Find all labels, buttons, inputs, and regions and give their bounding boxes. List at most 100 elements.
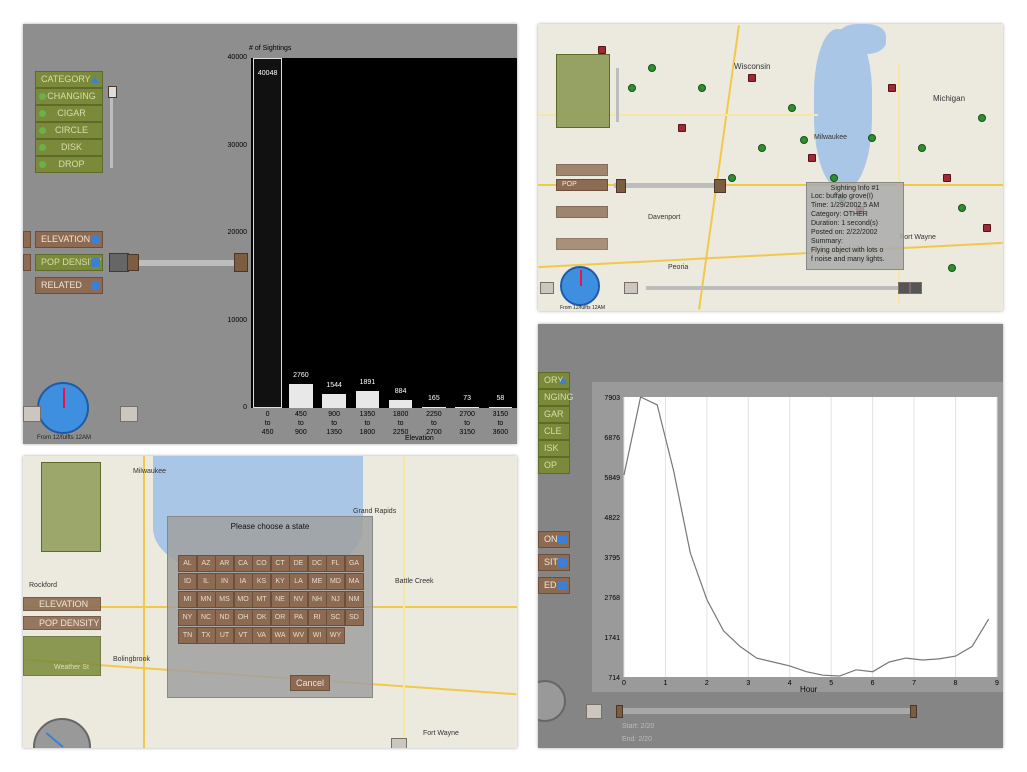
state-button-nh[interactable]: NH — [307, 591, 327, 608]
state-button-ga[interactable]: GA — [344, 555, 364, 572]
state-button-tn[interactable]: TN — [178, 627, 197, 644]
state-button-ut[interactable]: UT — [215, 627, 234, 644]
sighting-marker[interactable] — [698, 84, 706, 92]
state-button-ia[interactable]: IA — [233, 573, 253, 590]
category-scroll-thumb[interactable] — [108, 86, 117, 98]
density-slider-handle-left[interactable] — [616, 179, 626, 193]
sighting-marker[interactable] — [888, 84, 896, 92]
sighting-marker[interactable] — [948, 264, 956, 272]
image-icon[interactable] — [586, 704, 602, 719]
time-dial[interactable] — [560, 266, 600, 306]
sighting-marker[interactable] — [918, 144, 926, 152]
state-button-ct[interactable]: CT — [270, 555, 290, 572]
state-button-ri[interactable]: RI — [307, 609, 327, 626]
state-button-dc[interactable]: DC — [307, 555, 327, 572]
time-dial[interactable] — [33, 718, 91, 748]
pop-density-button[interactable]: POP DENSITY — [23, 616, 101, 630]
sighting-marker[interactable] — [598, 46, 606, 54]
left-edge-tab-2[interactable] — [23, 254, 31, 271]
shape-button-3[interactable]: DISK — [35, 139, 103, 156]
state-button-mo[interactable]: MO — [233, 591, 253, 608]
state-button-mi[interactable]: MI — [178, 591, 197, 608]
state-button-vt[interactable]: VT — [233, 627, 253, 644]
state-button-wy[interactable]: WY — [326, 627, 345, 644]
shape-button-2[interactable]: CIRCLE — [35, 122, 103, 139]
sighting-marker[interactable] — [758, 144, 766, 152]
state-button-or[interactable]: OR — [270, 609, 290, 626]
state-button-sd[interactable]: SD — [344, 609, 364, 626]
related-button[interactable]: RELATED — [35, 277, 103, 294]
state-button-ny[interactable]: NY — [178, 609, 197, 626]
sighting-marker[interactable] — [628, 84, 636, 92]
state-button-az[interactable]: AZ — [196, 555, 216, 572]
filter-button[interactable] — [556, 238, 608, 250]
shape-button-0[interactable]: CHANGING — [35, 88, 103, 105]
time-range-handle-right[interactable] — [910, 705, 917, 718]
state-button-ne[interactable]: NE — [270, 591, 290, 608]
state-button-co[interactable]: CO — [252, 555, 271, 572]
shape-button-4[interactable]: DROP — [35, 156, 103, 173]
record-icon[interactable] — [910, 282, 922, 294]
density-slider-handle-mid[interactable] — [127, 254, 139, 271]
state-button-nv[interactable]: NV — [289, 591, 308, 608]
sighting-marker[interactable] — [788, 104, 796, 112]
density-slider-handle-left[interactable] — [109, 253, 129, 272]
category-button[interactable]: CATEGORY — [35, 71, 103, 88]
play-icon[interactable] — [898, 282, 910, 294]
time-range-handle-left[interactable] — [616, 705, 623, 718]
sighting-marker[interactable] — [648, 64, 656, 72]
image-icon[interactable] — [391, 738, 407, 748]
state-button-id[interactable]: ID — [178, 573, 197, 590]
state-button-mn[interactable]: MN — [196, 591, 216, 608]
category-scroll-track[interactable] — [616, 68, 619, 122]
sighting-marker[interactable] — [748, 74, 756, 82]
state-button-wv[interactable]: WV — [289, 627, 308, 644]
time-range-track[interactable] — [646, 286, 916, 290]
density-slider-track[interactable] — [614, 183, 722, 188]
sighting-marker[interactable] — [983, 224, 991, 232]
state-button-oh[interactable]: OH — [233, 609, 253, 626]
state-button-va[interactable]: VA — [252, 627, 271, 644]
state-button-ky[interactable]: KY — [270, 573, 290, 590]
state-button-wi[interactable]: WI — [307, 627, 327, 644]
state-button-de[interactable]: DE — [289, 555, 308, 572]
state-button-in[interactable]: IN — [215, 573, 234, 590]
state-button-ca[interactable]: CA — [233, 555, 253, 572]
state-button-ms[interactable]: MS — [215, 591, 234, 608]
state-button-nd[interactable]: ND — [215, 609, 234, 626]
weather-filter-group[interactable]: Weather St — [23, 636, 101, 676]
sighting-marker[interactable] — [868, 134, 876, 142]
state-button-fl[interactable]: FL — [326, 555, 345, 572]
state-button-mt[interactable]: MT — [252, 591, 271, 608]
sighting-marker[interactable] — [978, 114, 986, 122]
image-icon[interactable] — [624, 282, 638, 294]
cancel-button[interactable]: Cancel — [290, 675, 330, 691]
left-edge-tab[interactable] — [23, 231, 31, 248]
sighting-marker[interactable] — [800, 136, 808, 144]
state-button-nm[interactable]: NM — [344, 591, 364, 608]
elevation-button[interactable] — [556, 164, 608, 176]
image-icon[interactable] — [23, 406, 41, 422]
state-button-wa[interactable]: WA — [270, 627, 290, 644]
image-icon[interactable] — [540, 282, 554, 294]
sighting-marker[interactable] — [728, 174, 736, 182]
density-slider-handle-right[interactable] — [234, 253, 248, 272]
state-button-ks[interactable]: KS — [252, 573, 271, 590]
state-button-nj[interactable]: NJ — [326, 591, 345, 608]
elevation-button[interactable]: ELEVATION — [23, 597, 101, 611]
state-button-ok[interactable]: OK — [252, 609, 271, 626]
state-button-ar[interactable]: AR — [215, 555, 234, 572]
state-button-sc[interactable]: SC — [326, 609, 345, 626]
state-button-al[interactable]: AL — [178, 555, 197, 572]
sighting-info-popup[interactable]: Sighting Info #1 Loc: buffalo grove(I) Ti… — [806, 182, 904, 270]
state-button-il[interactable]: IL — [196, 573, 216, 590]
category-scroll-track[interactable] — [110, 88, 113, 168]
sighting-marker[interactable] — [958, 204, 966, 212]
state-button-ma[interactable]: MA — [344, 573, 364, 590]
elevation-button[interactable]: ELEVATION — [35, 231, 103, 248]
related-button[interactable] — [556, 206, 608, 218]
state-button-tx[interactable]: TX — [196, 627, 216, 644]
pop-density-button[interactable]: POP DENSITY — [35, 254, 103, 271]
time-dial[interactable] — [37, 382, 89, 434]
state-button-md[interactable]: MD — [326, 573, 345, 590]
